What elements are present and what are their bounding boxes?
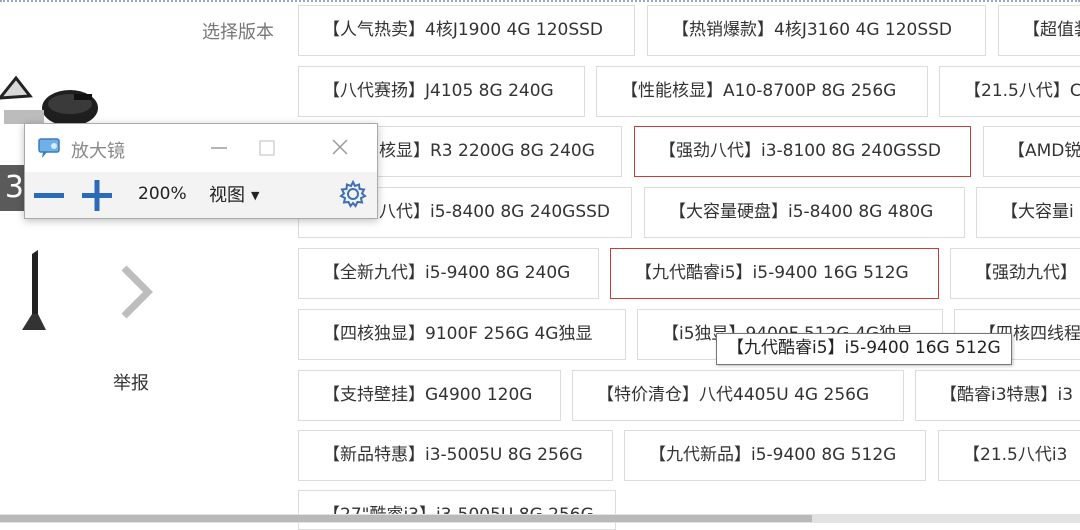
chevron-down-icon: ▼ [251,189,260,202]
scrollbar-thumb[interactable] [0,515,812,522]
horizontal-scrollbar[interactable] [0,514,1080,523]
version-option-selected[interactable]: 【九代酷睿i5】i5-9400 16G 512G [610,248,939,299]
version-option[interactable]: 【新品特惠】i3-5005U 8G 256G [298,430,613,481]
version-option[interactable]: 【八代赛扬】J4105 8G 240G [298,66,585,117]
version-option[interactable]: 【超值装 [998,5,1080,56]
version-option[interactable]: 【特价清仓】八代4405U 4G 256G [572,370,904,421]
magnifier-window[interactable]: 放大镜 200% 视图 ▼ [24,123,378,219]
monitor-thumbnail-icon[interactable] [16,250,52,332]
maximize-icon[interactable] [247,130,287,166]
version-option[interactable]: 【支持壁挂】G4900 120G [298,370,561,421]
gear-icon[interactable] [339,180,367,208]
minus-icon[interactable] [31,178,67,212]
version-option[interactable]: 【全新九代】i5-9400 8G 240G [298,248,599,299]
version-option[interactable]: 【21.5八代】C [939,66,1080,117]
report-link[interactable]: 举报 [113,369,149,395]
version-option[interactable]: 【性能核显】A10-8700P 8G 256G [596,66,928,117]
plus-icon[interactable] [79,176,115,214]
version-option[interactable]: 【大容量i [976,187,1080,238]
close-icon[interactable] [321,130,361,166]
hover-tooltip: 【九代酷睿i5】i5-9400 16G 512G [716,333,1012,365]
thumbnail-index: 3 [0,165,24,211]
version-option[interactable]: 【人气热卖】4核J1900 4G 120SSD [298,5,635,56]
version-option[interactable]: 【酷睿i3特惠】i3 [915,370,1080,421]
version-option[interactable]: 【AMD锐 [983,126,1080,177]
version-option[interactable]: 【九代新品】i5-9400 8G 512G [624,430,926,481]
zoom-level: 200% [138,184,187,204]
magnifier-title: 放大镜 [71,141,125,162]
top-dotted-border [0,0,1080,2]
version-option[interactable]: 【强劲九代】 [950,248,1080,299]
magnifier-app-icon [38,138,60,158]
version-option-selected[interactable]: 【强劲八代】i3-8100 8G 240GSSD [634,126,971,177]
version-option[interactable]: 【21.5八代i3 [938,430,1080,481]
version-select-label: 选择版本 [202,22,274,43]
magnifier-titlebar[interactable]: 放大镜 [25,124,377,172]
minimize-icon[interactable] [199,130,239,166]
chevron-right-icon[interactable] [118,264,154,320]
version-option[interactable]: 【27"酷睿i3】i3-5005U 8G 256G [298,490,616,530]
view-dropdown[interactable]: 视图 ▼ [209,181,259,207]
magnifier-toolbar: 200% 视图 ▼ [25,172,377,218]
view-dropdown-label: 视图 [209,185,245,206]
version-option[interactable]: 【大容量硬盘】i5-8400 8G 480G [644,187,965,238]
version-option[interactable]: 【四核独显】9100F 256G 4G独显 [298,309,626,360]
version-option[interactable]: 【热销爆款】4核J3160 4G 120SSD [647,5,986,56]
